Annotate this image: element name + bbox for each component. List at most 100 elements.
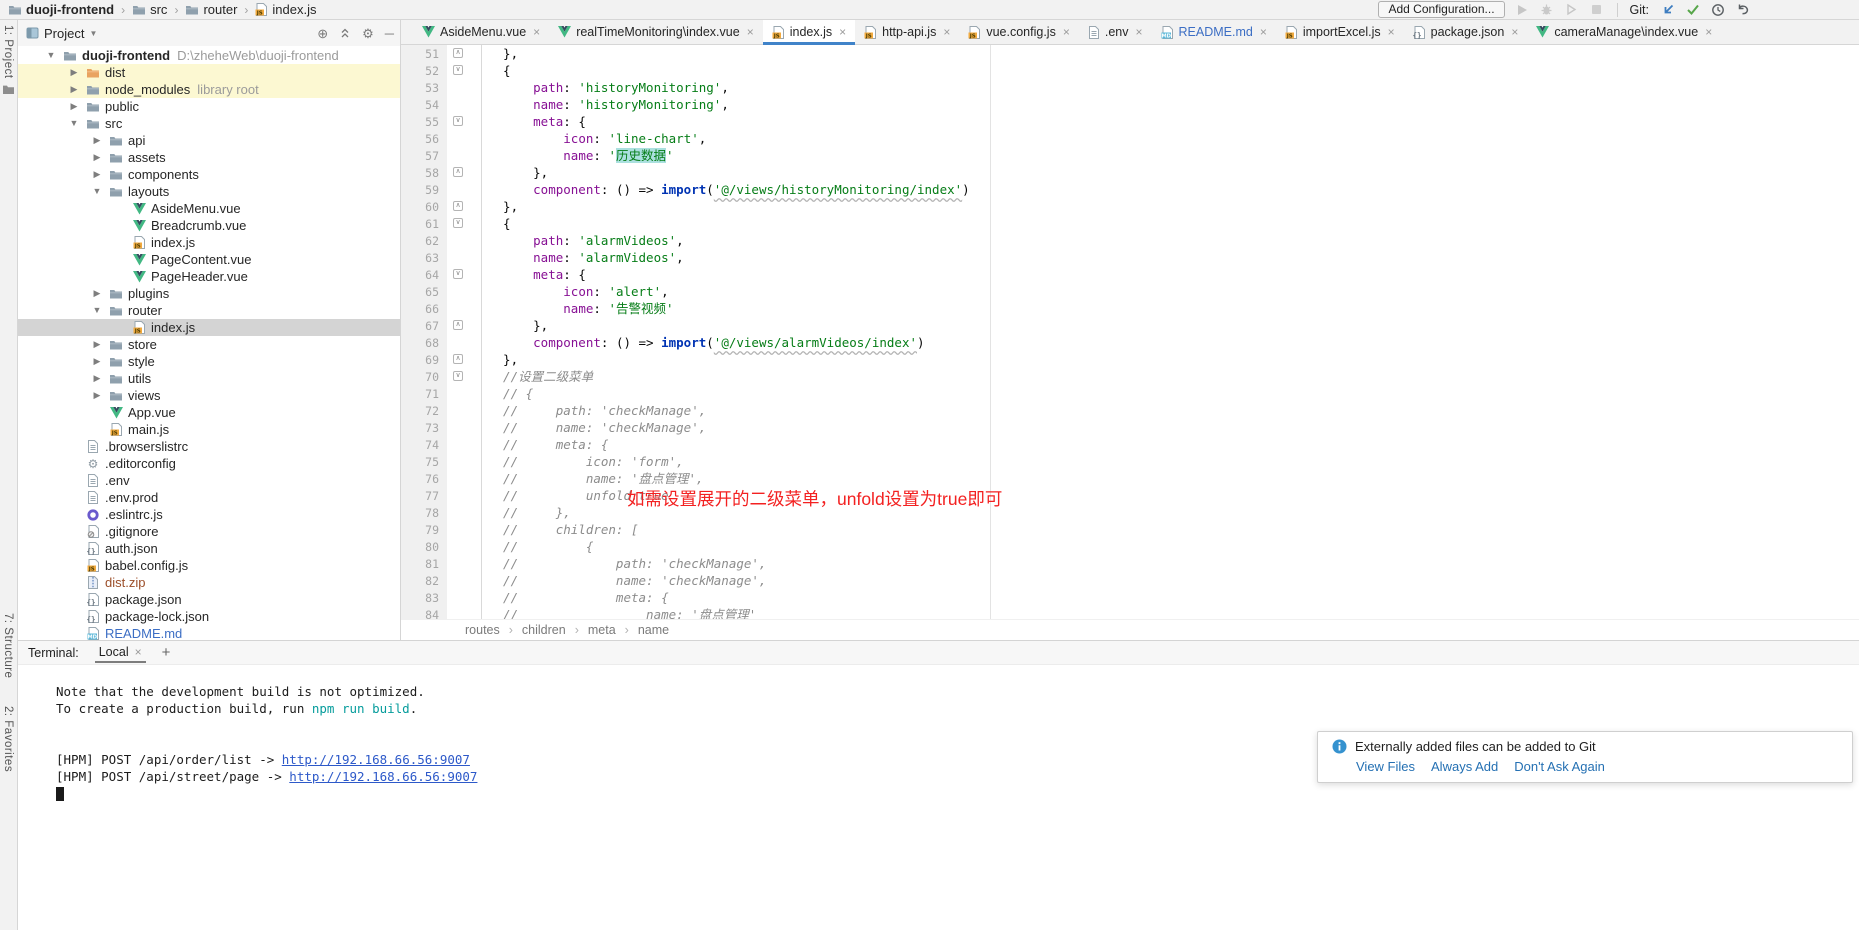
tree-item-views[interactable]: ▶views [18, 387, 400, 404]
editor-gutter[interactable]: 80 [401, 538, 481, 555]
tree-item-readme-md[interactable]: MDREADME.md [18, 625, 400, 640]
close-icon[interactable]: × [533, 25, 540, 39]
chevron-collapsed-icon[interactable]: ▶ [63, 64, 85, 81]
editor-gutter[interactable]: 79 [401, 521, 481, 538]
editor-gutter[interactable]: 73 [401, 419, 481, 436]
terminal-link[interactable]: http://192.168.66.56:9007 [282, 752, 470, 767]
close-icon[interactable]: × [943, 25, 950, 39]
editor-gutter[interactable]: 52∨ [401, 62, 481, 79]
chevron-collapsed-icon[interactable]: ▶ [86, 166, 108, 183]
chevron-collapsed-icon[interactable]: ▶ [86, 132, 108, 149]
editor-gutter[interactable]: 69∧ [401, 351, 481, 368]
locate-file-icon[interactable]: ⊕ [317, 27, 328, 40]
close-icon[interactable]: × [747, 25, 754, 39]
fold-end-icon[interactable]: ∧ [453, 167, 463, 177]
tree-item-package-lock-json[interactable]: {}package-lock.json [18, 608, 400, 625]
tree-item--browserslistrc[interactable]: .browserslistrc [18, 438, 400, 455]
chevron-collapsed-icon[interactable]: ▶ [86, 149, 108, 166]
editor-breadcrumb-item[interactable]: routes [465, 623, 500, 637]
tree-item-breadcrumb-vue[interactable]: Breadcrumb.vue [18, 217, 400, 234]
tree-item-main-js[interactable]: JSmain.js [18, 421, 400, 438]
chevron-collapsed-icon[interactable]: ▶ [86, 353, 108, 370]
fold-end-icon[interactable]: ∧ [453, 320, 463, 330]
tree-item-plugins[interactable]: ▶plugins [18, 285, 400, 302]
close-icon[interactable]: × [1063, 25, 1070, 39]
close-icon[interactable]: × [839, 25, 846, 39]
fold-start-icon[interactable]: ∨ [453, 371, 463, 381]
tree-item-index-js[interactable]: JSindex.js [18, 234, 400, 251]
tree-item-app-vue[interactable]: App.vue [18, 404, 400, 421]
project-tool-icon[interactable] [2, 84, 15, 95]
editor-tab-asidemenu-vue[interactable]: AsideMenu.vue× [413, 20, 549, 44]
terminal-tab-local[interactable]: Local × [95, 642, 146, 663]
editor-gutter[interactable]: 59 [401, 181, 481, 198]
run-with-coverage-icon[interactable] [1564, 2, 1580, 18]
editor-gutter[interactable]: 53 [401, 79, 481, 96]
fold-end-icon[interactable]: ∧ [453, 48, 463, 58]
stripe-structure-button[interactable]: 7: Structure [2, 613, 14, 678]
tree-item-assets[interactable]: ▶assets [18, 149, 400, 166]
gear-icon[interactable]: ⚙ [362, 27, 374, 40]
editor-gutter[interactable]: 76 [401, 470, 481, 487]
add-configuration-button[interactable]: Add Configuration... [1378, 1, 1504, 18]
tree-item-store[interactable]: ▶store [18, 336, 400, 353]
breadcrumb-item[interactable]: src [132, 2, 167, 17]
tree-item--env[interactable]: .env [18, 472, 400, 489]
editor-gutter[interactable]: 61∨ [401, 215, 481, 232]
chevron-collapsed-icon[interactable]: ▶ [86, 285, 108, 302]
editor-gutter[interactable]: 58∧ [401, 164, 481, 181]
tree-item-components[interactable]: ▶components [18, 166, 400, 183]
editor-gutter[interactable]: 65 [401, 283, 481, 300]
debug-icon[interactable] [1539, 2, 1555, 18]
tree-item--eslintrc-js[interactable]: .eslintrc.js [18, 506, 400, 523]
editor-tab-index-js[interactable]: JSindex.js× [763, 20, 855, 44]
editor-gutter[interactable]: 63 [401, 249, 481, 266]
run-icon[interactable] [1514, 2, 1530, 18]
tree-item-duoji-frontend[interactable]: ▼duoji-frontendD:\zheheWeb\duoji-fronten… [18, 47, 400, 64]
breadcrumb-item[interactable]: duoji-frontend [8, 2, 114, 17]
editor-tab-package-json[interactable]: {}package.json× [1404, 20, 1528, 44]
editor-gutter[interactable]: 78 [401, 504, 481, 521]
chevron-collapsed-icon[interactable]: ▶ [86, 336, 108, 353]
tree-item-utils[interactable]: ▶utils [18, 370, 400, 387]
editor-gutter[interactable]: 81 [401, 555, 481, 572]
project-panel-title[interactable]: Project [44, 26, 84, 41]
editor-gutter[interactable]: 60∧ [401, 198, 481, 215]
tree-item--gitignore[interactable]: .gitignore [18, 523, 400, 540]
close-icon[interactable]: × [1388, 25, 1395, 39]
tree-item-pageheader-vue[interactable]: PageHeader.vue [18, 268, 400, 285]
editor-gutter[interactable]: 74 [401, 436, 481, 453]
editor[interactable]: 51∧ },52∨ {53 path: 'historyMonitoring',… [401, 45, 1859, 619]
editor-tab-realtimemonitoring-index-vue[interactable]: realTimeMonitoring\index.vue× [549, 20, 763, 44]
editor-breadcrumb-item[interactable]: children [522, 623, 566, 637]
tree-item-src[interactable]: ▼src [18, 115, 400, 132]
stripe-project-button[interactable]: 1: Project [2, 25, 14, 79]
editor-tab-http-api-js[interactable]: JShttp-api.js× [855, 20, 959, 44]
editor-tab-cameramanage-index-vue[interactable]: cameraManage\index.vue× [1527, 20, 1721, 44]
editor-gutter[interactable]: 72 [401, 402, 481, 419]
editor-tab-importexcel-js[interactable]: JSimportExcel.js× [1276, 20, 1404, 44]
editor-gutter[interactable]: 68 [401, 334, 481, 351]
editor-tab-vue-config-js[interactable]: JSvue.config.js× [959, 20, 1079, 44]
notification-action-always-add[interactable]: Always Add [1431, 759, 1498, 774]
history-icon[interactable] [1710, 2, 1726, 18]
tree-item-dist[interactable]: ▶dist [18, 64, 400, 81]
close-icon[interactable]: × [135, 645, 142, 659]
fold-start-icon[interactable]: ∨ [453, 269, 463, 279]
breadcrumb-item[interactable]: JSindex.js [255, 2, 316, 17]
git-update-icon[interactable] [1660, 2, 1676, 18]
breadcrumb-item[interactable]: router [185, 2, 237, 17]
editor-tab-readme-md[interactable]: MDREADME.md× [1152, 20, 1276, 44]
editor-gutter[interactable]: 55∨ [401, 113, 481, 130]
tree-item-node-modules[interactable]: ▶node_moduleslibrary root [18, 81, 400, 98]
tree-item-public[interactable]: ▶public [18, 98, 400, 115]
hide-panel-icon[interactable]: ─ [385, 27, 394, 40]
tree-item-asidemenu-vue[interactable]: AsideMenu.vue [18, 200, 400, 217]
tree-item-babel-config-js[interactable]: JSbabel.config.js [18, 557, 400, 574]
tree-item-api[interactable]: ▶api [18, 132, 400, 149]
chevron-expanded-icon[interactable]: ▼ [86, 183, 108, 200]
fold-start-icon[interactable]: ∨ [453, 218, 463, 228]
chevron-collapsed-icon[interactable]: ▶ [63, 81, 85, 98]
chevron-expanded-icon[interactable]: ▼ [86, 302, 108, 319]
terminal-link[interactable]: http://192.168.66.56:9007 [289, 769, 477, 784]
